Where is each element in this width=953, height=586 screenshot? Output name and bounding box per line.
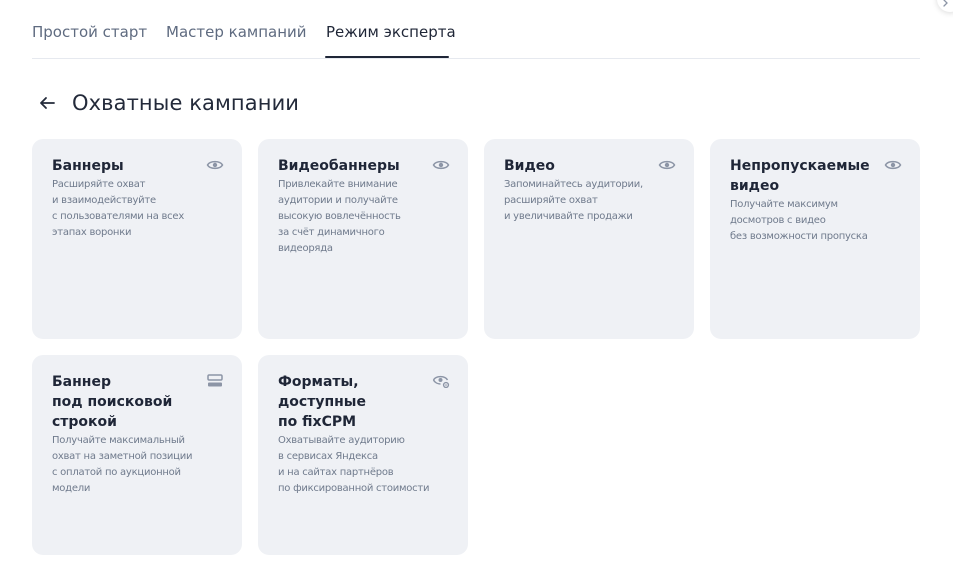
card-title: Форматы, доступные по fixCPM bbox=[278, 374, 366, 430]
card-description: Охватывайте аудиторию в сервисах Яндекса… bbox=[278, 435, 430, 494]
card-title: Видео bbox=[504, 158, 555, 174]
tab-simple-start[interactable]: Простой старт bbox=[32, 23, 147, 41]
card-video[interactable]: Видео Запоминайтесь аудитории, расширяйт… bbox=[484, 139, 694, 339]
card-banners[interactable]: Баннеры Расширяйте охват и взаимодейству… bbox=[32, 139, 242, 339]
card-description: Запоминайтесь аудитории, расширяйте охва… bbox=[504, 179, 643, 222]
card-title: Баннер под поисковой строкой bbox=[52, 374, 173, 430]
card-description: Получайте максимум досмотров с видео без… bbox=[730, 199, 868, 242]
card-title: Видеобаннеры bbox=[278, 158, 400, 174]
eye-settings-icon[interactable] bbox=[432, 372, 450, 390]
card-non-skippable-video[interactable]: Непропускаемые видео Получайте максимум … bbox=[710, 139, 920, 339]
search-bar-icon[interactable] bbox=[206, 372, 224, 390]
card-title: Непропускаемые видео bbox=[730, 158, 870, 194]
card-video-banners[interactable]: Видеобаннеры Привлекайте внимание аудито… bbox=[258, 139, 468, 339]
campaign-mode-tabs: Простой старт Мастер кампаний Режим эксп… bbox=[32, 0, 920, 59]
card-banner-under-search[interactable]: Баннер под поисковой строкой Получайте м… bbox=[32, 355, 242, 555]
corner-chevron-button[interactable] bbox=[937, 0, 953, 12]
eye-icon[interactable] bbox=[206, 156, 224, 174]
card-description: Привлекайте внимание аудитории и получай… bbox=[278, 179, 401, 254]
eye-icon[interactable] bbox=[432, 156, 450, 174]
eye-icon[interactable] bbox=[884, 156, 902, 174]
tab-campaign-wizard[interactable]: Мастер кампаний bbox=[166, 23, 307, 41]
card-description: Получайте максимальный охват на заметной… bbox=[52, 435, 193, 494]
active-tab-indicator bbox=[325, 56, 449, 58]
back-arrow-icon[interactable] bbox=[38, 93, 58, 113]
page: Простой старт Мастер кампаний Режим эксп… bbox=[0, 0, 953, 586]
card-fixcpm-formats[interactable]: Форматы, доступные по fixCPM Охватывайте… bbox=[258, 355, 468, 555]
card-description: Расширяйте охват и взаимодействуйте с по… bbox=[52, 179, 184, 238]
section-heading: Охватные кампании bbox=[38, 88, 299, 118]
chevron-right-icon bbox=[943, 0, 948, 7]
tab-expert-mode[interactable]: Режим эксперта bbox=[326, 23, 456, 41]
card-title: Баннеры bbox=[52, 158, 124, 174]
page-title: Охватные кампании bbox=[72, 91, 300, 115]
eye-icon[interactable] bbox=[658, 156, 676, 174]
